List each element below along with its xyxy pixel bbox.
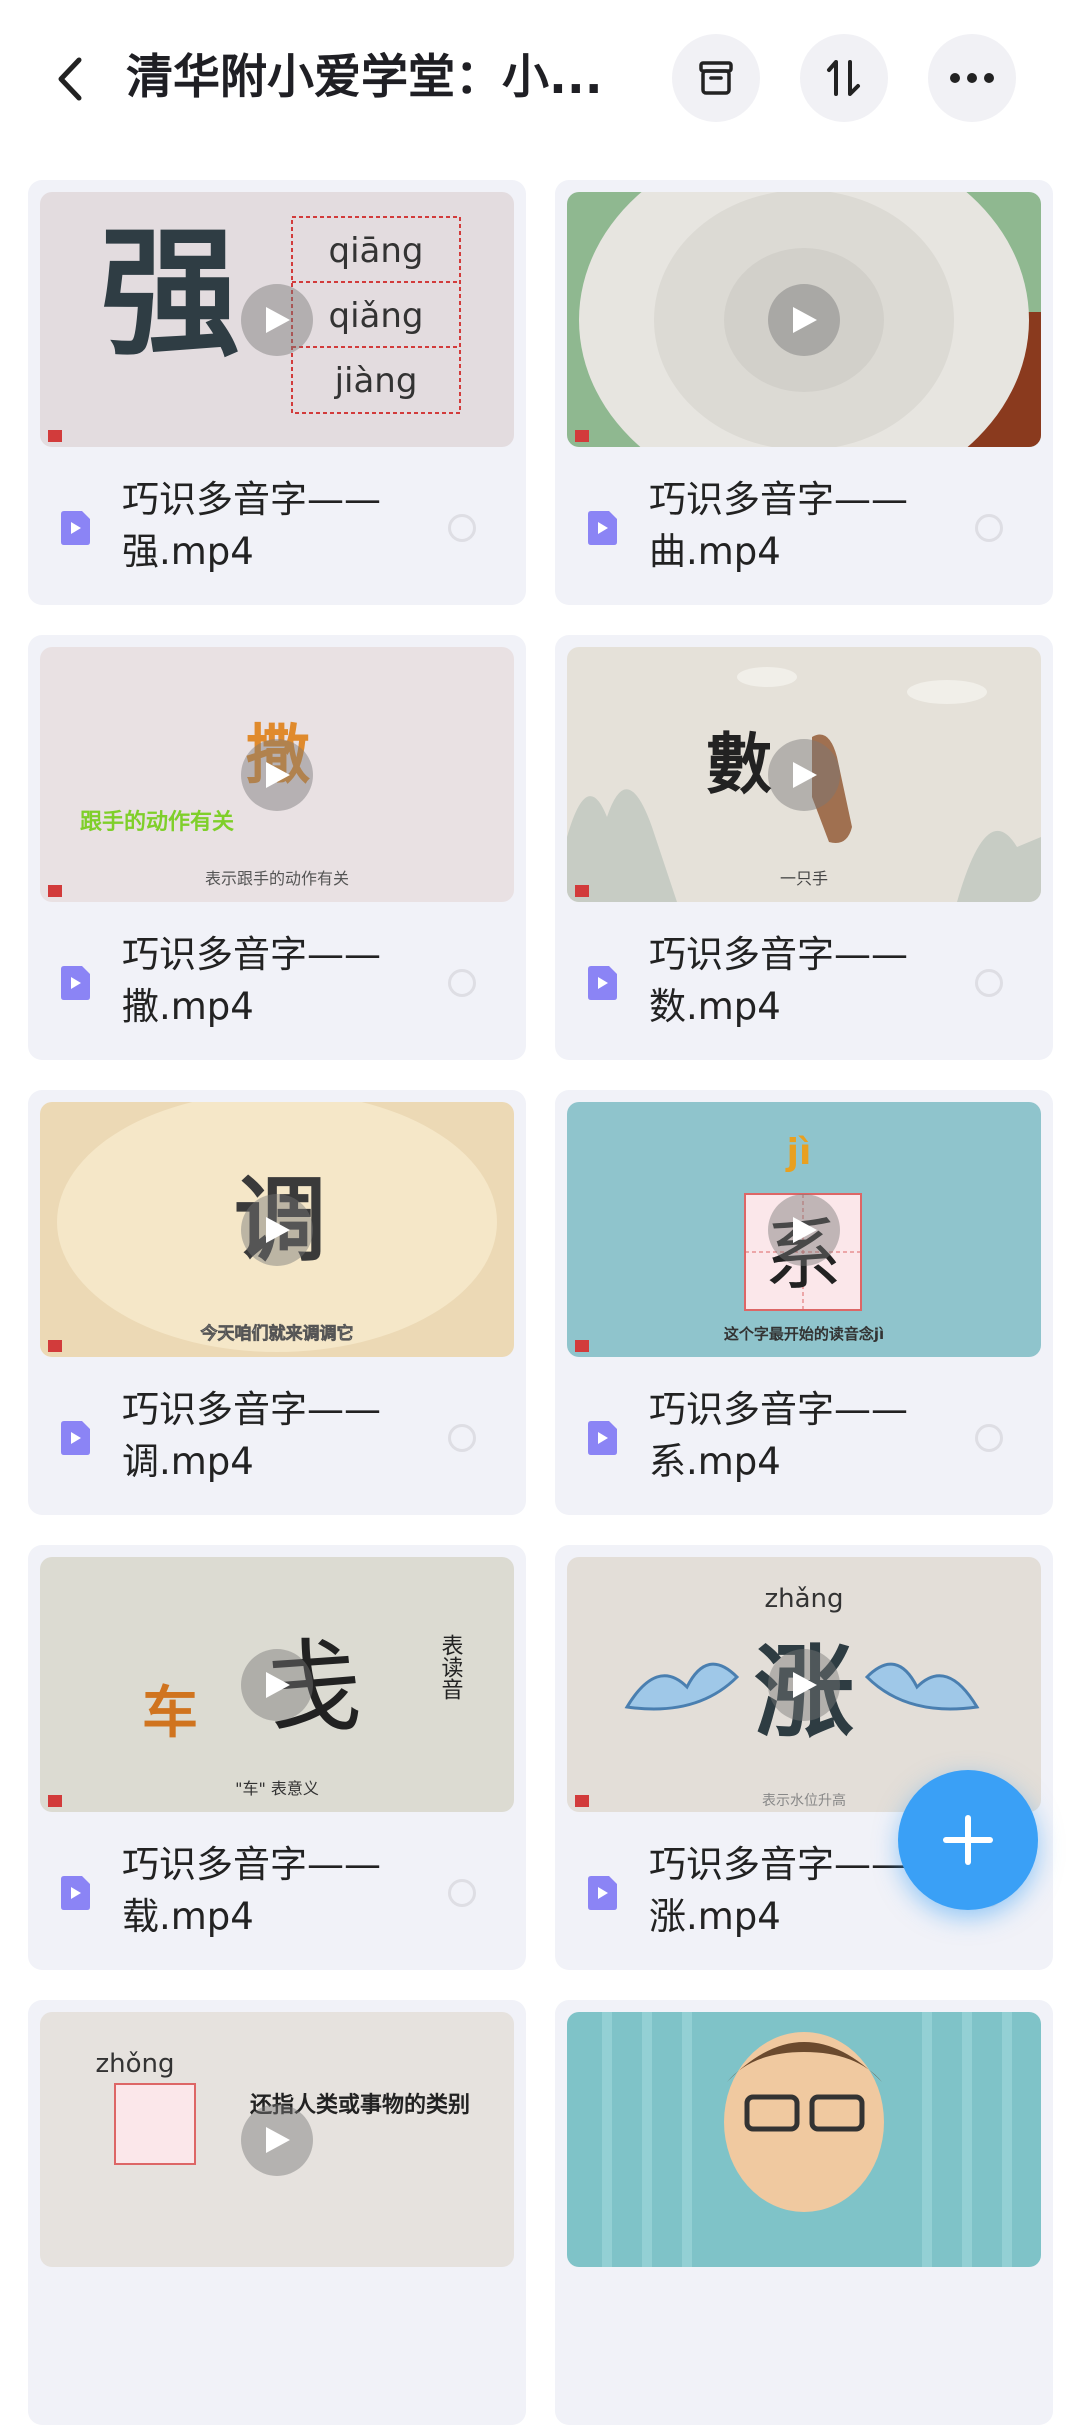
archive-box-icon (699, 61, 733, 95)
video-file-icon (61, 511, 90, 545)
video-file-icon (588, 1421, 617, 1455)
select-checkbox[interactable] (448, 969, 476, 997)
channel-logo (575, 1795, 589, 1807)
channel-logo (575, 1340, 589, 1352)
play-button[interactable] (768, 1193, 840, 1266)
play-button[interactable] (768, 738, 840, 811)
file-name: 巧识多音字—— 调.mp4 (122, 1388, 381, 1483)
sort-button[interactable] (800, 34, 888, 122)
play-icon (793, 306, 817, 333)
thumb-subtitle: 一只手 (780, 869, 828, 888)
top-bar: 清华附小爱学堂：小... (0, 0, 1079, 160)
thumb-pinyin: jiàng (334, 361, 418, 401)
video-thumbnail[interactable]: 數 一只手 (567, 647, 1041, 902)
more-button[interactable] (928, 34, 1016, 122)
video-file-icon (61, 1421, 90, 1455)
thumb-caption: 跟手的动作有关 (80, 809, 234, 835)
play-button[interactable] (768, 283, 840, 356)
video-thumbnail[interactable]: 撒 跟手的动作有关 表示跟手的动作有关 (40, 647, 514, 902)
file-card[interactable]: zhǒng 还指人类或事物的类别 (28, 2000, 526, 2425)
more-horizontal-icon (950, 73, 994, 83)
thumb-pinyin: zhǎng (764, 1584, 843, 1614)
file-name: 巧识多音字—— 强.mp4 (122, 478, 381, 573)
play-button[interactable] (241, 283, 313, 356)
video-file-icon (588, 966, 617, 1000)
thumb-subtitle: "车" 表意义 (235, 1779, 319, 1798)
video-file-icon (61, 1876, 90, 1910)
video-thumbnail[interactable]: zhǒng 还指人类或事物的类别 (40, 2012, 514, 2267)
sort-up-down-icon (827, 60, 860, 96)
channel-logo (48, 885, 62, 897)
thumb-subtitle: 表示水位升高 (762, 1792, 846, 1809)
play-button[interactable] (241, 738, 313, 811)
video-thumbnail[interactable]: 车 戋 表读音 "车" 表意义 (40, 1557, 514, 1812)
select-checkbox[interactable] (975, 969, 1003, 997)
archive-button[interactable] (672, 34, 760, 122)
thumb-subtitle: 今天咱们就来调调它 (201, 1323, 354, 1344)
video-file-icon (588, 1876, 617, 1910)
thumb-character: 數 (706, 725, 772, 803)
thumb-pinyin: qiāng (329, 231, 424, 271)
file-card[interactable]: 系 jì 这个字最开始的读音念jì 巧识多音字—— 系.mp4 (555, 1090, 1053, 1515)
file-card[interactable]: 數 一只手 巧识多音字—— 数.mp4 (555, 635, 1053, 1060)
channel-logo (575, 430, 589, 442)
play-icon (266, 1671, 290, 1698)
thumb-side-label: 表读音 (438, 1634, 464, 1700)
channel-logo (575, 885, 589, 897)
play-icon (793, 1671, 817, 1698)
thumb-subtitle: 表示跟手的动作有关 (205, 869, 349, 888)
select-checkbox[interactable] (975, 514, 1003, 542)
select-checkbox[interactable] (448, 1879, 476, 1907)
back-button[interactable] (40, 44, 100, 114)
channel-logo (48, 430, 62, 442)
file-name: 巧识多音字—— 曲.mp4 (649, 478, 908, 573)
video-file-icon (61, 966, 90, 1000)
channel-logo (48, 1795, 62, 1807)
plus-icon (943, 1815, 993, 1865)
play-icon (266, 306, 290, 333)
thumb-subtitle: 这个字最开始的读音念jì (724, 1325, 884, 1343)
file-card[interactable]: 调 今天咱们就来调调它 巧识多音字—— 调.mp4 (28, 1090, 526, 1515)
play-button[interactable] (241, 2103, 313, 2176)
file-card[interactable]: 强 qiāng qiǎng jiàng 巧识多音字—— 强.mp4 (28, 180, 526, 605)
thumb-pinyin: jì (785, 1132, 812, 1173)
chevron-left-icon (58, 57, 82, 101)
select-checkbox[interactable] (975, 1424, 1003, 1452)
file-card[interactable]: 撒 跟手的动作有关 表示跟手的动作有关 巧识多音字—— 撒.mp4 (28, 635, 526, 1060)
channel-logo (48, 1340, 62, 1352)
video-thumbnail[interactable]: 系 jì 这个字最开始的读音念jì (567, 1102, 1041, 1357)
video-thumbnail[interactable]: 强 qiāng qiǎng jiàng (40, 192, 514, 447)
play-button[interactable] (241, 1193, 313, 1266)
file-name: 巧识多音字—— 载.mp4 (122, 1843, 381, 1938)
file-name: 巧识多音字—— 系.mp4 (649, 1388, 908, 1483)
play-button[interactable] (241, 1648, 313, 1721)
video-thumbnail[interactable] (567, 2012, 1041, 2267)
video-thumbnail[interactable] (567, 192, 1041, 447)
select-checkbox[interactable] (448, 514, 476, 542)
thumb-pinyin: zhǒng (95, 2049, 174, 2079)
play-icon (793, 761, 817, 788)
file-card[interactable]: 巧识多音字—— 曲.mp4 (555, 180, 1053, 605)
play-icon (793, 1216, 817, 1243)
add-button[interactable] (898, 1770, 1038, 1910)
play-icon (266, 1216, 290, 1243)
file-card[interactable]: 车 戋 表读音 "车" 表意义 巧识多音字—— 载.mp4 (28, 1545, 526, 1970)
play-icon (266, 2126, 290, 2153)
thumb-character: 强 (100, 213, 240, 376)
play-button[interactable] (768, 1648, 840, 1721)
play-icon (266, 761, 290, 788)
file-name: 巧识多音字—— 撒.mp4 (122, 933, 381, 1028)
video-file-icon (588, 511, 617, 545)
select-checkbox[interactable] (448, 1424, 476, 1452)
thumb-pinyin: qiǎng (329, 296, 424, 336)
page-title: 清华附小爱学堂：小... (126, 50, 603, 105)
video-thumbnail[interactable]: 调 今天咱们就来调调它 (40, 1102, 514, 1357)
thumb-character: 车 (142, 1680, 198, 1746)
file-card[interactable] (555, 2000, 1053, 2425)
file-name: 巧识多音字—— 数.mp4 (649, 933, 908, 1028)
